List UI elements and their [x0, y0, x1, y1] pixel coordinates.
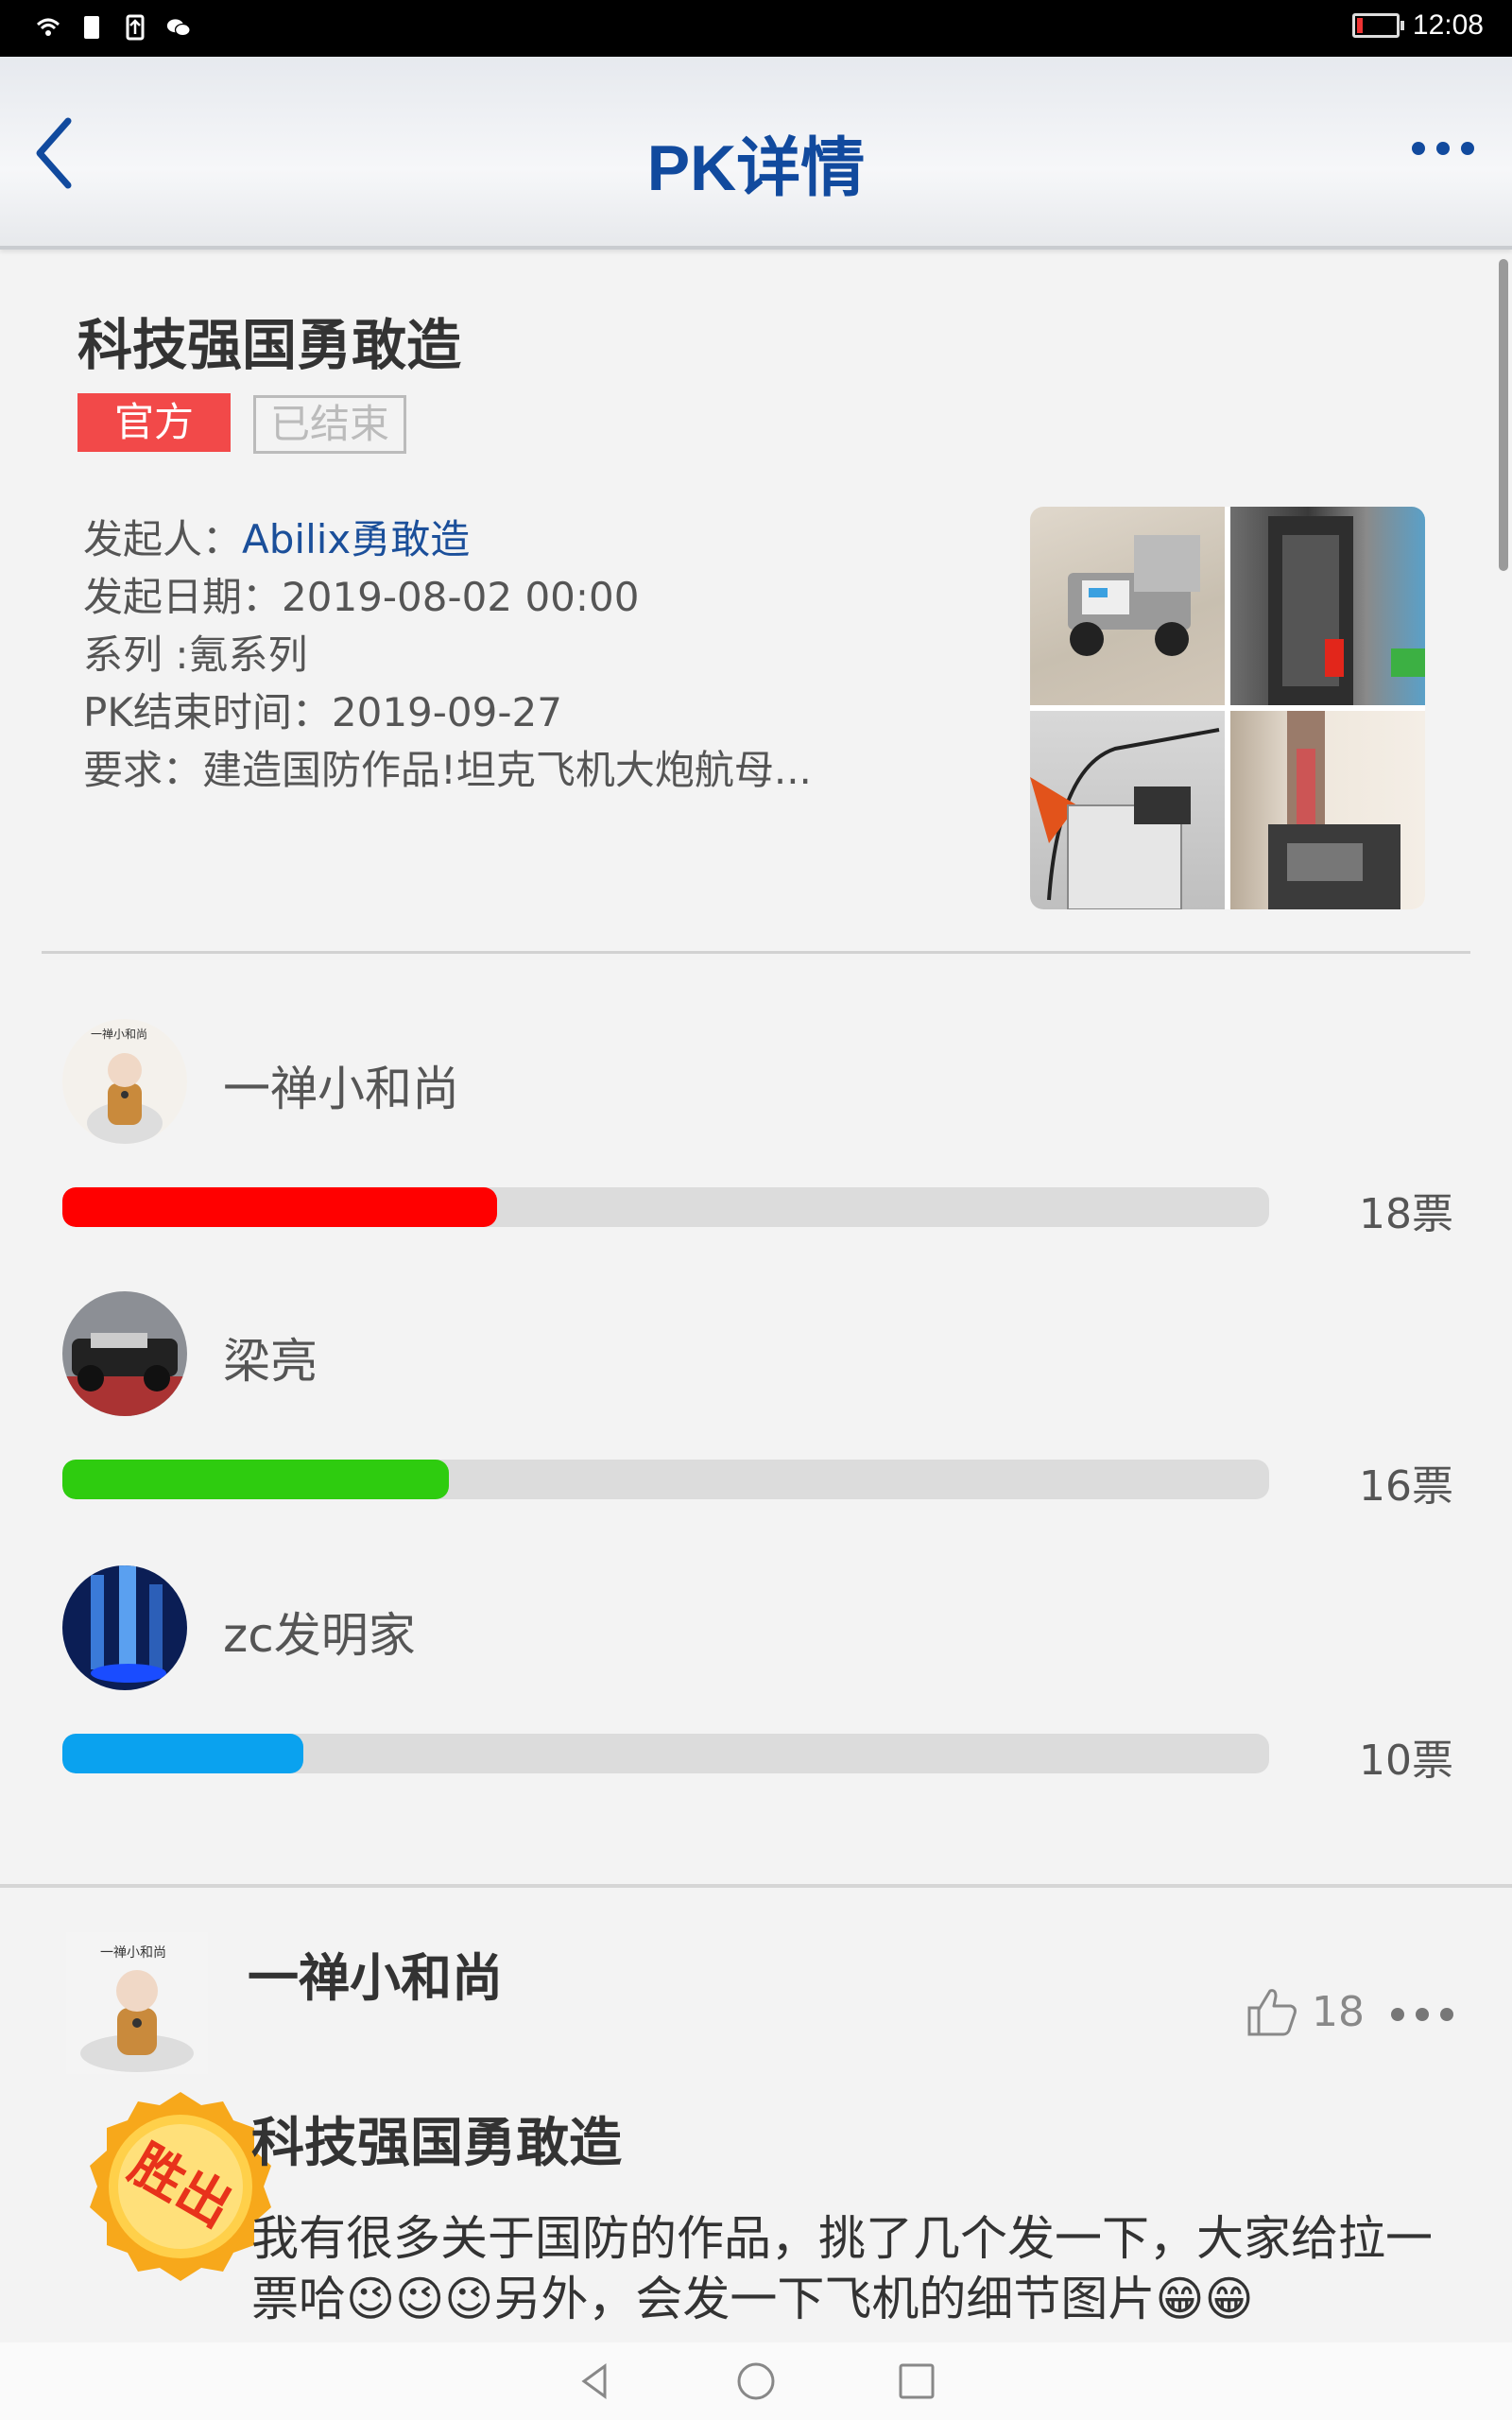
end-date: 2019-09-27	[331, 689, 562, 735]
pk-info: 发起人：Abilix勇敢造 发起日期：2019-08-02 00:00 系列 :…	[83, 510, 812, 799]
series: 系列 :氪系列	[83, 631, 308, 678]
like-button[interactable]: 18	[1246, 1985, 1365, 2038]
system-nav-bar	[0, 2342, 1512, 2420]
candidate-name: 一禅小和尚	[223, 1062, 459, 1116]
photo-4[interactable]	[1230, 711, 1425, 909]
battery-icon	[1351, 13, 1404, 38]
creator-link[interactable]: Abilix勇敢造	[242, 516, 470, 562]
vote-bar-fill	[62, 1187, 497, 1227]
vote-bar	[62, 1734, 1269, 1773]
vote-bar	[62, 1460, 1269, 1499]
wechat-icon	[166, 19, 191, 37]
official-tag: 官方	[77, 393, 231, 452]
vote-bar-fill	[62, 1460, 449, 1499]
vote-count: 10票	[1359, 1737, 1453, 1785]
more-dots-icon[interactable]	[1391, 2008, 1453, 2021]
winner-badge: 胜出	[81, 2087, 280, 2286]
upload-icon	[126, 14, 145, 41]
app-header: PK详情	[0, 57, 1512, 250]
creator-label: 发起人：	[83, 516, 243, 562]
home-circle-icon[interactable]	[728, 2353, 784, 2410]
date-label: 发起日期：	[83, 574, 283, 620]
vote-count: 18票	[1359, 1190, 1453, 1238]
scrollbar[interactable]	[1499, 259, 1508, 571]
status-bar: 12:08	[0, 0, 1512, 57]
thumbs-up-icon	[1247, 1989, 1297, 2036]
avatar[interactable]	[62, 1565, 187, 1690]
vote-bar-fill	[62, 1734, 304, 1773]
recents-square-icon[interactable]	[888, 2353, 945, 2410]
start-date: 2019-08-02 00:00	[282, 574, 640, 620]
clock: 12:08	[1412, 9, 1484, 41]
end-label: PK结束时间：	[83, 689, 332, 735]
section-divider	[0, 1884, 1512, 1888]
back-triangle-icon[interactable]	[567, 2353, 624, 2410]
post-author[interactable]: 一禅小和尚	[248, 1936, 503, 2011]
avatar[interactable]: 一禅小和尚	[62, 1019, 187, 1144]
post-body: 我有很多关于国防的作品，挑了几个发一下，大家给拉一票哈😉😉😉另外，会发一下飞机的…	[251, 2211, 1433, 2326]
page-title: PK详情	[646, 132, 866, 204]
sim-icon	[84, 16, 99, 39]
like-count: 18	[1312, 1987, 1365, 2036]
more-dots-icon[interactable]	[1412, 142, 1474, 155]
photo-grid[interactable]	[1030, 507, 1425, 909]
photo-1[interactable]	[1030, 507, 1225, 705]
avatar[interactable]	[62, 1291, 187, 1416]
svg-text:一禅小和尚: 一禅小和尚	[100, 1945, 166, 1961]
pk-title: 科技强国勇敢造	[77, 313, 462, 377]
divider	[42, 951, 1470, 954]
vote-bar	[62, 1187, 1269, 1227]
svg-text:一禅小和尚: 一禅小和尚	[91, 1028, 147, 1041]
post-title: 科技强国勇敢造	[251, 2113, 622, 2174]
vote-count: 16票	[1359, 1462, 1453, 1511]
avatar[interactable]: 一禅小和尚	[66, 1932, 208, 2074]
candidate-name: zc发明家	[223, 1608, 416, 1663]
candidate-name: 梁亮	[223, 1334, 318, 1389]
photo-3[interactable]	[1030, 711, 1225, 909]
requirement: 要求：建造国防作品!坦克飞机大炮航母...	[83, 747, 812, 793]
wifi-icon	[36, 18, 60, 36]
status-badge: 已结束	[253, 395, 406, 454]
photo-2[interactable]	[1230, 507, 1425, 705]
